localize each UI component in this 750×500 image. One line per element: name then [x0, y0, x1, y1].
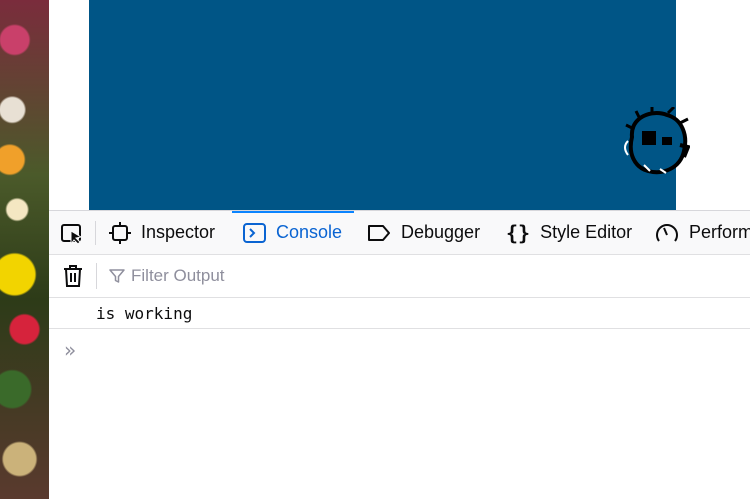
- clear-console-button[interactable]: [61, 264, 85, 288]
- filter-field: [109, 264, 509, 288]
- tab-debugger-label: Debugger: [401, 222, 481, 242]
- element-picker-button[interactable]: [55, 219, 89, 249]
- game-canvas[interactable]: [89, 0, 690, 210]
- toolbar-separator: [95, 221, 96, 245]
- tab-performance[interactable]: Perform: [655, 211, 750, 254]
- sprite-character: [624, 107, 690, 175]
- style-editor-icon: {}: [506, 220, 531, 245]
- console-icon: [243, 222, 266, 243]
- devtools-toolbar: Inspector Console Debugger {} Style Edit…: [49, 211, 750, 255]
- performance-icon: [655, 222, 679, 244]
- inspector-icon: [109, 221, 131, 244]
- filter-separator: [96, 263, 97, 289]
- console-input-row[interactable]: »: [49, 335, 750, 365]
- console-message: is working: [49, 298, 750, 329]
- tab-performance-label: Perform: [689, 222, 750, 242]
- devtools-panel: Inspector Console Debugger {} Style Edit…: [49, 210, 750, 500]
- console-message-text: is working: [96, 303, 193, 323]
- tab-style-editor[interactable]: {} Style Editor: [506, 211, 632, 254]
- tab-style-editor-label: Style Editor: [540, 222, 633, 242]
- debugger-icon: [367, 224, 391, 242]
- element-picker-icon: [61, 224, 83, 245]
- tab-console[interactable]: Console: [232, 211, 355, 254]
- filter-icon: [109, 269, 125, 283]
- background-image-strip: [0, 0, 49, 499]
- console-filter-bar: [49, 255, 750, 298]
- filter-output-input[interactable]: [131, 266, 491, 286]
- tab-inspector-label: Inspector: [141, 222, 216, 242]
- console-prompt-icon: »: [64, 338, 76, 362]
- trash-icon: [64, 265, 82, 287]
- tab-debugger[interactable]: Debugger: [367, 211, 480, 254]
- tab-inspector[interactable]: Inspector: [109, 211, 215, 254]
- tab-console-label: Console: [276, 222, 343, 242]
- page-content: [49, 0, 750, 210]
